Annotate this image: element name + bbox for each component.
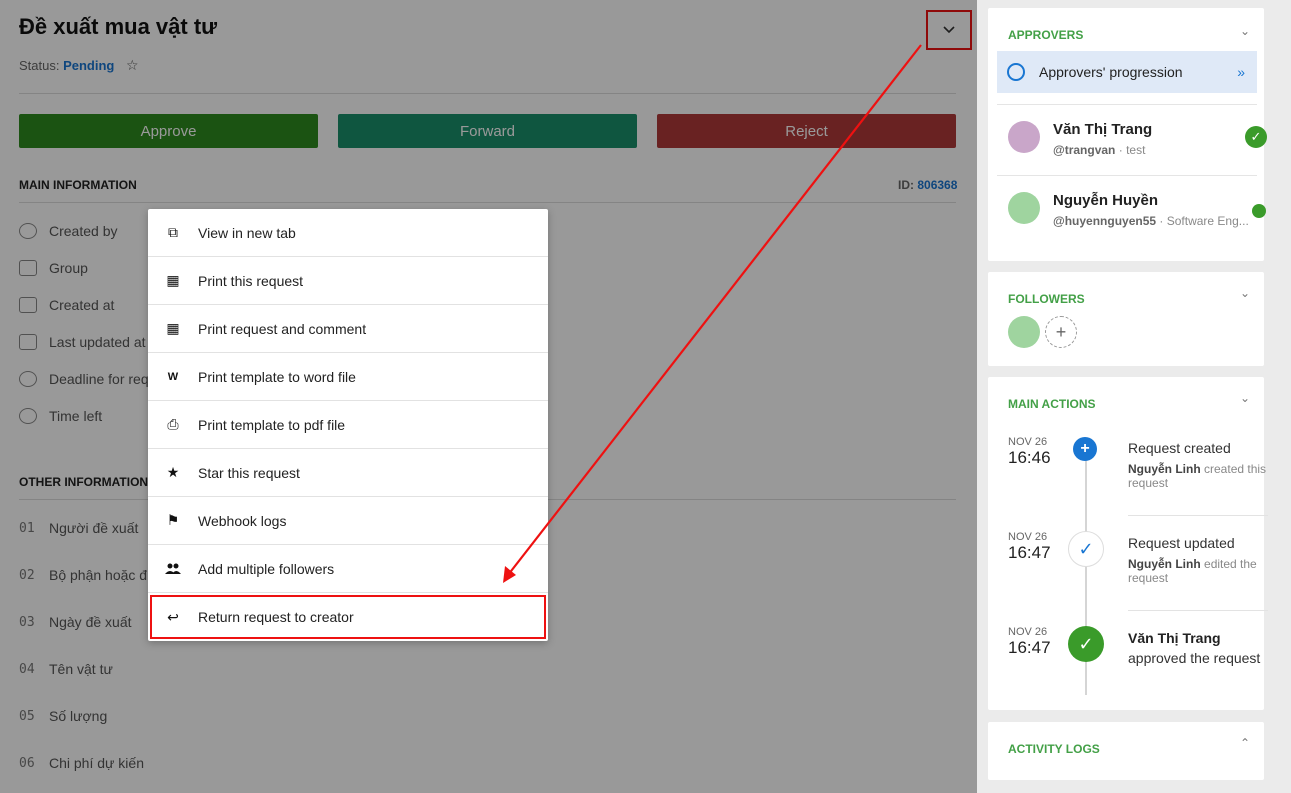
main-actions-heading: MAIN ACTIONS	[1008, 397, 1096, 411]
pending-status-dot	[1252, 204, 1266, 218]
flag-icon: ⚑	[166, 512, 180, 528]
divider	[1128, 610, 1268, 611]
plus-circle-icon: +	[1073, 437, 1097, 461]
chevron-down-icon[interactable]: ⌄	[1240, 391, 1250, 405]
check-icon: ✓	[1068, 531, 1104, 567]
menu-item-print-request[interactable]: ▦ Print this request	[148, 257, 548, 305]
menu-item-print-pdf[interactable]: ⎙ Print template to pdf file	[148, 401, 548, 449]
chevron-down-icon[interactable]: ⌄	[1240, 286, 1250, 300]
users-icon	[148, 563, 198, 575]
menu-item-view-new-tab[interactable]: ⧉ View in new tab	[148, 209, 548, 257]
approvers-heading: APPROVERS	[1008, 28, 1084, 42]
activity-logs-card: ACTIVITY LOGS ⌃	[988, 722, 1264, 780]
reply-icon: ↩	[167, 608, 179, 625]
approvers-card: APPROVERS ⌄ Approvers' progression » Văn…	[988, 8, 1267, 261]
chevron-up-icon[interactable]: ⌃	[1240, 736, 1250, 750]
star-icon: ★	[166, 464, 180, 480]
divider	[997, 104, 1257, 105]
divider	[997, 175, 1257, 176]
menu-item-add-followers[interactable]: Add multiple followers	[148, 545, 548, 593]
chevron-down-icon[interactable]: ⌄	[1240, 24, 1250, 38]
right-sidebar: APPROVERS ⌄ Approvers' progression » Văn…	[977, 0, 1291, 793]
clock-icon	[1007, 63, 1025, 81]
printer-icon: ▦	[166, 320, 180, 336]
avatar	[1008, 192, 1040, 224]
word-file-icon: W	[167, 370, 179, 383]
avatar	[1008, 121, 1040, 153]
menu-item-print-request-comment[interactable]: ▦ Print request and comment	[148, 305, 548, 353]
menu-item-webhook-logs[interactable]: ⚑ Webhook logs	[148, 497, 548, 545]
approved-check-icon: ✓	[1068, 626, 1104, 662]
menu-item-return-to-creator[interactable]: ↩ Return request to creator	[148, 593, 548, 641]
followers-card: FOLLOWERS ⌄ +	[988, 272, 1264, 366]
more-actions-menu: ⧉ View in new tab ▦ Print this request ▦ Pr…	[148, 209, 548, 641]
external-link-icon: ⧉	[168, 224, 178, 240]
menu-item-print-word[interactable]: W Print template to word file	[148, 353, 548, 401]
approved-check-icon: ✓	[1245, 126, 1267, 148]
approvers-progression-button[interactable]: Approvers' progression »	[997, 51, 1257, 93]
divider	[1128, 515, 1268, 516]
printer-icon: ▦	[166, 272, 180, 288]
follower-avatar[interactable]	[1008, 316, 1040, 348]
menu-item-star[interactable]: ★ Star this request	[148, 449, 548, 497]
pdf-file-icon: ⎙	[167, 416, 179, 432]
double-chevron-right-icon: »	[1237, 64, 1245, 80]
add-follower-button[interactable]: +	[1045, 316, 1077, 348]
activity-logs-heading: ACTIVITY LOGS	[1008, 742, 1100, 756]
followers-heading: FOLLOWERS	[1008, 292, 1085, 306]
